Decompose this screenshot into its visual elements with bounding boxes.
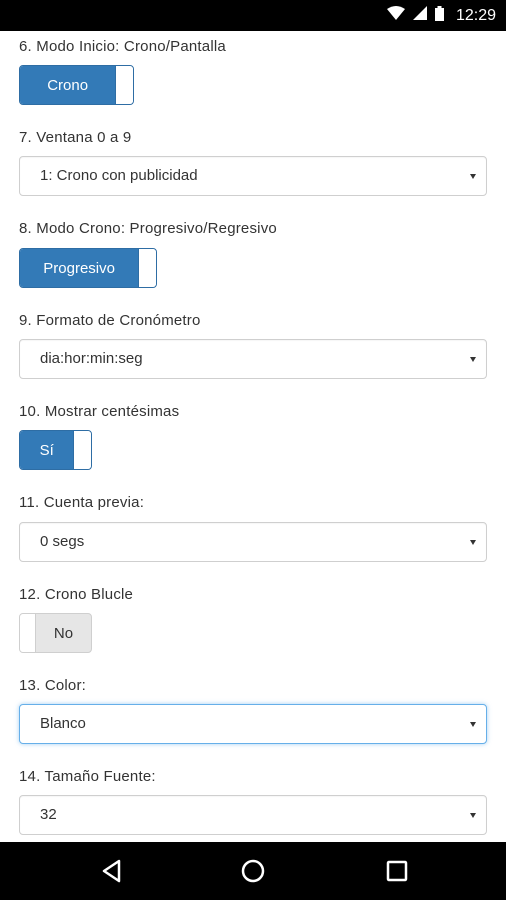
cuenta-previa-select[interactable]: 0 segs <box>19 522 487 562</box>
color-select[interactable]: Blanco <box>19 704 487 744</box>
status-bar: 12:29 <box>0 0 506 31</box>
home-circle-icon <box>241 859 265 883</box>
setting-label-crono-blucle: 12. Crono Blucle <box>19 586 134 603</box>
toggle-handle <box>73 431 91 469</box>
centesimas-toggle[interactable]: Sí <box>19 430 92 470</box>
ventana-select[interactable]: 1: Crono con publicidad <box>19 156 487 196</box>
crono-blucle-toggle[interactable]: No <box>19 613 92 653</box>
wifi-icon <box>386 6 405 25</box>
toggle-label: Crono <box>20 66 116 104</box>
caret-down-icon <box>470 174 476 179</box>
home-button[interactable] <box>240 858 266 884</box>
toggle-label: Progresivo <box>20 249 139 287</box>
setting-label-modo-inicio: 6. Modo Inicio: Crono/Pantalla <box>19 38 226 55</box>
setting-label-centesimas: 10. Mostrar centésimas <box>19 403 180 420</box>
back-button[interactable] <box>99 858 125 884</box>
recents-button[interactable] <box>384 858 410 884</box>
status-time: 12:29 <box>455 6 496 24</box>
caret-down-icon <box>470 722 476 727</box>
select-value: 1: Crono con publicidad <box>40 167 198 184</box>
settings-form: 6. Modo Inicio: Crono/Pantalla Crono 7. … <box>0 31 506 842</box>
select-value: Blanco <box>40 715 86 732</box>
battery-icon <box>434 5 444 26</box>
recents-square-icon <box>386 860 408 882</box>
setting-label-cuenta-previa: 11. Cuenta previa: <box>19 494 145 511</box>
navigation-bar <box>0 842 506 900</box>
signal-icon <box>412 6 427 25</box>
setting-label-tamano-fuente: 14. Tamaño Fuente: <box>19 768 156 785</box>
modo-inicio-toggle[interactable]: Crono <box>19 65 134 105</box>
caret-down-icon <box>470 357 476 362</box>
caret-down-icon <box>470 813 476 818</box>
formato-select[interactable]: dia:hor:min:seg <box>19 339 487 379</box>
select-value: dia:hor:min:seg <box>40 350 143 367</box>
setting-label-modo-crono: 8. Modo Crono: Progresivo/Regresivo <box>19 220 277 237</box>
select-value: 0 segs <box>40 533 85 550</box>
caret-down-icon <box>470 540 476 545</box>
setting-label-ventana: 7. Ventana 0 a 9 <box>19 129 132 146</box>
modo-crono-toggle[interactable]: Progresivo <box>19 248 157 288</box>
toggle-handle <box>20 614 36 652</box>
select-value: 32 <box>40 806 57 823</box>
setting-label-color: 13. Color: <box>19 677 87 694</box>
toggle-label: Sí <box>20 431 74 469</box>
tamano-fuente-select[interactable]: 32 <box>19 795 487 835</box>
toggle-handle <box>115 66 133 104</box>
toggle-label: No <box>53 624 74 642</box>
status-icons: 12:29 <box>386 0 496 31</box>
back-triangle-icon <box>102 859 121 883</box>
toggle-handle <box>138 249 156 287</box>
setting-label-formato: 9. Formato de Cronómetro <box>19 312 201 329</box>
